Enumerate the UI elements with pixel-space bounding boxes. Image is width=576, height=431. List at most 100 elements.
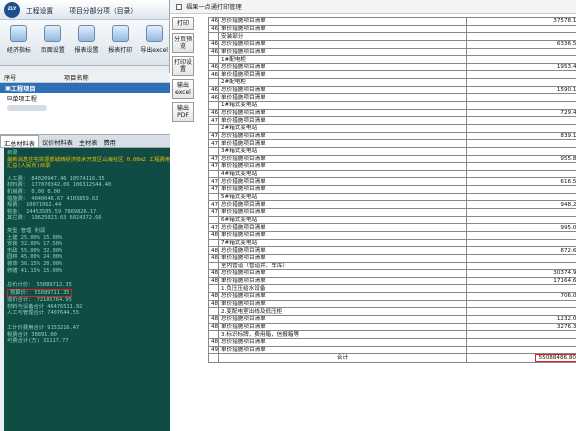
table-row: 2.变配电室出线及低压柜 (208, 307, 576, 316)
table-row: 486单价措施项目清单 (208, 299, 576, 309)
row-amount (466, 162, 576, 171)
row-item: 4#箱式变电站 (218, 169, 467, 179)
tab-summary-materials[interactable]: 汇总材料表 (0, 135, 39, 148)
table-row: 安装部分 (208, 32, 576, 41)
table-row: 476单价措施项目清单 (208, 185, 576, 194)
row-number (208, 307, 219, 316)
row-item: 单价措施项目清单 (218, 208, 467, 217)
menu-project-settings[interactable]: 工程设置 (26, 5, 53, 15)
tab-fees[interactable]: 费用 (100, 135, 118, 147)
table-row: 480单价措施项目清单 (208, 230, 576, 240)
row-amount (466, 192, 576, 202)
print-settings-button[interactable]: 打印设置 (172, 56, 194, 76)
row-item: 6#箱式变电站 (218, 215, 467, 225)
row-item: 安装部分 (218, 32, 467, 41)
row-amount (466, 101, 576, 110)
table-row: 475总价措施项目清单616.55 (208, 177, 576, 187)
row-item: 1.负压压给水设备 (218, 284, 467, 294)
tree-row-blurred[interactable] (0, 103, 170, 113)
row-item: 单价措施项目清单 (218, 322, 467, 332)
row-number: 479 (208, 223, 219, 232)
row-amount: 3276.35 (466, 322, 576, 332)
report-setup-button[interactable]: 报表设置 (72, 25, 102, 54)
row-number (208, 146, 219, 156)
table-row: 487总价措施项目清单1232.02 (208, 315, 576, 324)
row-amount (466, 32, 576, 41)
total-row: 合计 55088486.80 (208, 353, 576, 364)
toolbar: 经济指标 页面设置 报表设置 报表打印 导出excel (0, 20, 169, 66)
window-title-bar: 福果一点通打印管理 (170, 0, 576, 14)
material-tabs: 汇总材料表 议价材料表 主材表 费用 (0, 135, 170, 148)
row-amount (466, 238, 576, 248)
row-number: 490 (208, 345, 219, 355)
row-item: 总价措施项目清单 (218, 315, 467, 324)
export-excel-side-button[interactable]: 输出excel (172, 79, 194, 99)
printer-icon (111, 25, 129, 42)
total-label: 合计 (218, 353, 467, 364)
row-amount: 30374.95 (466, 269, 576, 278)
row-item: 2#配电柜 (218, 78, 467, 87)
table-row: 室内管道（管道井、车库） (208, 261, 576, 271)
row-number: 465 (208, 62, 219, 72)
row-amount (466, 123, 576, 133)
row-number: 472 (208, 139, 219, 148)
print-button[interactable]: 打印 (172, 17, 194, 30)
economic-index-button[interactable]: 经济指标 (4, 25, 34, 54)
table-row: 2#配电柜 (208, 78, 576, 87)
table-row: 462单价措施项目清单 (208, 24, 576, 34)
menu-project-catalog[interactable]: 项目分部分项（目录） (69, 5, 137, 15)
export-pdf-button[interactable]: 输出PDF (172, 102, 194, 122)
window-icon (176, 3, 182, 10)
row-number (208, 330, 219, 339)
row-amount (466, 345, 576, 355)
report-icon (77, 25, 95, 42)
page-preview-button[interactable]: 分页预览 (172, 33, 194, 53)
print-side-toolbar: 打印 分页预览 打印设置 输出excel 输出PDF (170, 14, 196, 122)
table-row: 5#箱式变电站 (208, 192, 576, 202)
tree-row-project[interactable]: ▣ 工程项目 (0, 83, 170, 93)
row-item: 单价措施项目清单 (218, 162, 467, 171)
row-item: 总价措施项目清单 (218, 154, 467, 164)
row-amount (466, 337, 576, 347)
row-number: 463 (208, 39, 219, 49)
row-item: 总价措施项目清单 (218, 246, 467, 255)
row-item: 单价措施项目清单 (218, 116, 467, 125)
row-item: 单价措施项目清单 (218, 185, 467, 194)
row-number (208, 261, 219, 271)
tab-main-materials[interactable]: 主材表 (76, 135, 101, 147)
export-excel-button[interactable]: 导出excel (139, 25, 169, 54)
row-number (208, 215, 219, 225)
table-row: 478单价措施项目清单 (208, 208, 576, 217)
tree-header: 序号 项目名称 (0, 73, 170, 83)
page-icon (44, 25, 62, 42)
row-amount: 1590.17 (466, 85, 576, 95)
row-item: 单价措施项目清单 (218, 276, 467, 286)
row-number: 467 (208, 85, 219, 95)
row-item: 总价措施项目清单 (218, 177, 467, 187)
total-amount: 55088486.80 (534, 354, 576, 362)
table-row: 481总价措施项目清单872.69 (208, 246, 576, 255)
row-item: 总价措施项目清单 (218, 39, 467, 49)
tab-negotiated-materials[interactable]: 议价材料表 (39, 135, 76, 147)
row-number: 477 (208, 200, 219, 209)
row-item: 总价措施项目清单 (218, 62, 467, 72)
row-item: 总价措施项目清单 (218, 269, 467, 278)
tree-row-single[interactable]: ⊟ 单项工程 (0, 93, 170, 103)
report-print-button[interactable]: 报表打印 (105, 25, 135, 54)
report-table: 461总价措施项目清单37578.17462单价措施项目清单安装部分463总价措… (208, 17, 576, 364)
row-amount (466, 284, 576, 294)
row-amount (466, 139, 576, 148)
row-amount: 37578.17 (466, 17, 576, 26)
row-number (208, 55, 219, 64)
row-amount (466, 78, 576, 87)
left-app-panel: ZLY 工程设置 项目分部分项（目录） 经济指标 页面设置 报表设置 报表打印 … (0, 0, 172, 431)
row-item: 7#箱式变电站 (218, 238, 467, 248)
page-setup-button[interactable]: 页面设置 (38, 25, 68, 54)
row-item: 总价措施项目清单 (218, 131, 467, 141)
row-item: 2.变配电室出线及低压柜 (218, 307, 467, 316)
row-number: 466 (208, 70, 219, 80)
row-number: 461 (208, 17, 219, 26)
row-number: 487 (208, 315, 219, 324)
cost-summary-panel: 目录 最新消息住宅资源部城西经济技术开发区山海社区 0.00m2 工程费用 汇总… (4, 148, 172, 431)
row-item: 单价措施项目清单 (218, 299, 467, 309)
